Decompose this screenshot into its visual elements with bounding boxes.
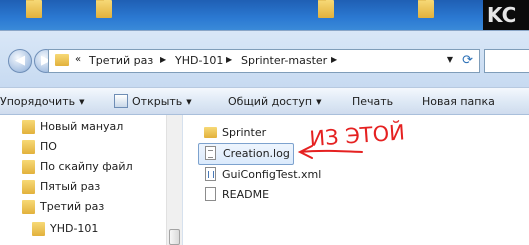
new-folder-button[interactable]: Новая папка [422,88,495,115]
folder-icon [22,160,35,174]
nav-item-label: YHD-101 [50,222,99,235]
chevron-right-icon[interactable]: ▶ [331,55,337,64]
nav-item-yhd-101[interactable]: YHD-101 [0,219,166,239]
folder-icon [22,180,35,194]
navigation-pane: Новый мануал ПО По скайпу файл Пятый раз… [0,115,183,245]
folder-icon [22,120,35,134]
nav-item-tretii-raz[interactable]: Третий раз [0,197,166,217]
nav-item-label: По скайпу файл [40,160,133,173]
breadcrumb-item[interactable]: Sprinter-master [241,54,327,67]
nav-item-po-skaipu-fail[interactable]: По скайпу файл [0,157,166,177]
folder-icon [22,200,35,214]
folder-icon [32,222,45,236]
folder-icon [22,140,35,154]
chevron-right-icon[interactable]: ▶ [160,55,166,64]
file-name: GuiConfigTest.xml [222,168,322,181]
nav-item-label: Пятый раз [40,180,101,193]
organize-label: Упорядочить [0,95,76,108]
file-name: README [222,188,270,201]
breadcrumb-overflow-button[interactable]: « [75,54,81,65]
explorer-window: ◀ ▶ « Третий раз ▶ YHD-101 ▶ Sprinter-ma… [0,30,529,245]
navigation-scrollbar[interactable] [166,115,182,245]
nav-item-po[interactable]: ПО [0,137,166,157]
nav-item-pyatyi-raz[interactable]: Пятый раз [0,177,166,197]
nav-item-label: Новый мануал [40,120,124,133]
navigation-bar: ◀ ▶ « Третий раз ▶ YHD-101 ▶ Sprinter-ma… [0,31,529,87]
share-button[interactable]: Общий доступ ▼ [228,88,321,115]
file-item-sprinter[interactable]: Sprinter [204,123,284,143]
command-bar: Упорядочить ▼ Открыть ▼ Общий доступ ▼ Печа… [0,87,529,115]
desktop-folder-icon[interactable] [318,0,334,18]
file-item-guiconfigtest-xml[interactable]: GuiConfigTest.xml [204,165,334,185]
share-label: Общий доступ [228,95,313,108]
chevron-down-icon: ▼ [316,98,322,106]
folder-icon [55,54,69,66]
nav-item-novyi-manual[interactable]: Новый мануал [0,117,166,137]
breadcrumb-item[interactable]: YHD-101 [175,54,223,67]
nav-item-label: Третий раз [40,200,105,213]
xml-file-icon [205,167,216,181]
corner-logo: KC [483,0,529,30]
address-bar[interactable]: « Третий раз ▶ YHD-101 ▶ Sprinter-master… [48,49,480,73]
scrollbar-thumb[interactable] [169,229,180,245]
file-name: Creation.log [223,147,290,160]
chevron-down-icon: ▼ [186,98,192,106]
search-input[interactable] [484,49,529,73]
desktop-folder-icon[interactable] [418,0,434,18]
desktop-background: KC [0,0,529,30]
document-icon [114,94,128,108]
desktop-folder-icon[interactable] [96,0,112,18]
folder-icon [204,127,217,138]
file-item-readme[interactable]: README [204,185,284,205]
organize-button[interactable]: Упорядочить ▼ [0,88,85,115]
breadcrumb-item[interactable]: Третий раз [89,54,153,67]
chevron-down-icon[interactable]: ▼ [447,55,453,64]
text-file-icon [205,146,216,160]
desktop-folder-icon[interactable] [26,0,42,18]
file-item-creation-log[interactable]: Creation.log [198,143,294,165]
chevron-right-icon[interactable]: ▶ [226,55,232,64]
print-button[interactable]: Печать [352,88,393,115]
open-button[interactable]: Открыть ▼ [114,88,192,115]
file-name: Sprinter [222,126,267,139]
back-button[interactable]: ◀ [8,49,32,73]
chevron-down-icon: ▼ [79,98,85,106]
file-icon [205,187,216,201]
open-label: Открыть [132,95,183,108]
refresh-icon[interactable]: ⟳ [462,53,473,68]
nav-item-label: ПО [40,140,57,153]
